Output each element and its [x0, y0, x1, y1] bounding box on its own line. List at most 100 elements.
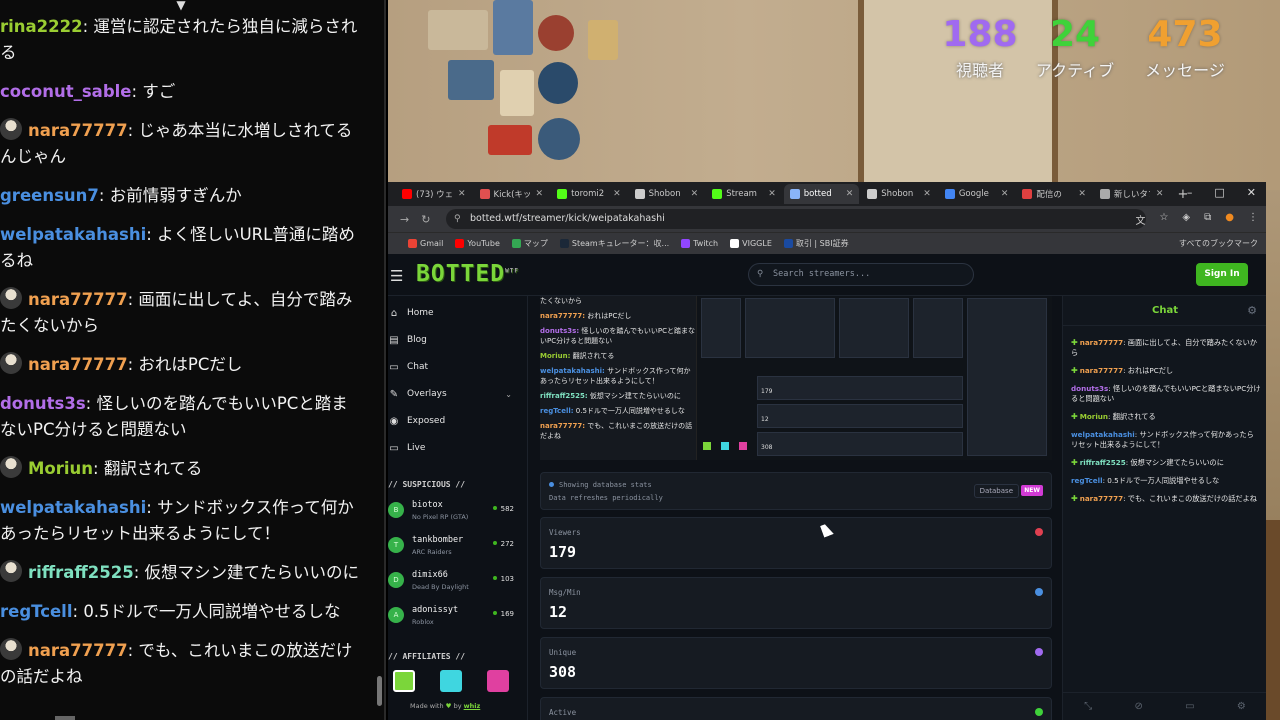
chat-username[interactable]: rina2222	[0, 17, 83, 36]
chat-username[interactable]: Moriun	[28, 459, 93, 478]
site-chat-user[interactable]: Moriun	[1080, 412, 1108, 421]
bookmark-item[interactable]: 取引 | SBI証券	[783, 238, 849, 249]
search-input[interactable]: ⚲ Search streamers...	[748, 263, 974, 286]
suspicious-streamer[interactable]: Aadonissyt Roblox 169	[388, 603, 518, 633]
browser-tab[interactable]: Shobon ✕	[629, 184, 705, 204]
tab-close-icon[interactable]: ✕	[923, 189, 931, 199]
color-swatch[interactable]	[487, 670, 509, 692]
bookmark-item[interactable]: マップ	[511, 238, 548, 249]
bookmark-icon	[408, 239, 417, 248]
suspicious-streamer[interactable]: Ddimix66 Dead By Daylight 103	[388, 568, 518, 598]
chat-text: 仮想マシン建てたらいいのに	[144, 563, 360, 582]
collapse-arrow-icon[interactable]: ▼	[170, 0, 192, 11]
nav-item-blog[interactable]: ▤ Blog	[388, 331, 518, 349]
tab-close-icon[interactable]: ✕	[458, 189, 466, 199]
collapse-icon[interactable]: ⤡	[1084, 701, 1092, 712]
url-field[interactable]: ⚲ botted.wtf/streamer/kick/weipatakahash…	[446, 209, 1146, 229]
chat-username[interactable]: nara77777	[28, 355, 128, 374]
chat-username[interactable]: coconut_sable	[0, 82, 131, 101]
puzzle-icon[interactable]: ⧉	[1204, 212, 1211, 227]
site-chat-user[interactable]: nara77777	[1080, 338, 1123, 347]
tab-close-icon[interactable]: ✕	[768, 189, 776, 199]
nav-item-home[interactable]: ⌂ Home	[388, 304, 518, 322]
tab-close-icon[interactable]: ✕	[613, 189, 621, 199]
bookmark-item[interactable]: VIGGLE	[730, 238, 772, 249]
tab-favicon-icon	[402, 189, 412, 199]
chat-messages: ✚ nara77777: 画面に出してよ、自分で踏みたくないから ✚ nara7777…	[1071, 338, 1261, 512]
bookmark-item[interactable]: Steamキュレーター：収...	[559, 238, 669, 249]
minimize-button[interactable]: –	[1187, 186, 1193, 199]
site-info-icon[interactable]: ⚲	[454, 209, 461, 229]
browser-tab[interactable]: Google ✕	[939, 184, 1015, 204]
browser-tab[interactable]: botted ✕	[783, 184, 860, 204]
nav-item-overlays[interactable]: ✎ Overlays ⌄	[388, 385, 518, 403]
tab-close-icon[interactable]: ✕	[536, 189, 544, 199]
active-stat: 24 アクティブ	[1030, 14, 1120, 81]
settings-icon[interactable]: ⚙	[1237, 701, 1246, 712]
bookmark-item[interactable]: Gmail	[408, 238, 443, 249]
chat-username[interactable]: regTcell	[0, 602, 73, 621]
browser-tab[interactable]: Shobon ✕	[861, 184, 937, 204]
translate-icon[interactable]: 文	[1135, 212, 1145, 227]
author-link[interactable]: whiz	[464, 702, 481, 710]
bookmark-item[interactable]: YouTube	[455, 238, 500, 249]
chat-scrollbar[interactable]	[377, 676, 382, 706]
nav-item-chat[interactable]: ▭ Chat	[388, 358, 518, 376]
close-window-button[interactable]: ✕	[1247, 186, 1256, 199]
tab-close-icon[interactable]: ✕	[1078, 189, 1086, 199]
browser-tab[interactable]: Kick(キッ ✕	[474, 184, 550, 204]
tab-close-icon[interactable]: ✕	[691, 189, 699, 199]
browser-tab[interactable]: 新しいタブ ✕	[1094, 184, 1170, 204]
stream-chat-messages: rina2222: 運営に認定されたら独自に減らされる coconut_sable…	[0, 12, 372, 701]
tab-close-icon[interactable]: ✕	[1156, 189, 1164, 199]
browser-tab[interactable]: toromi2 ✕	[551, 184, 627, 204]
logo-text: BOTTED	[416, 261, 506, 287]
site-chat-user[interactable]: regTcell	[1071, 476, 1103, 485]
chat-username[interactable]: nara77777	[28, 290, 128, 309]
suspicious-streamer[interactable]: Ttankbomber ARC Raiders 272	[388, 533, 518, 563]
all-bookmarks-button[interactable]: すべてのブックマーク	[1179, 238, 1258, 249]
menu-icon[interactable]: ⋮	[1248, 212, 1258, 227]
preview-chat-user: donuts3s:	[540, 327, 580, 335]
site-chat-user[interactable]: riffraff2525	[1080, 458, 1126, 467]
hamburger-menu-icon[interactable]: ☰	[390, 267, 403, 285]
gear-icon[interactable]: ⚙	[1247, 296, 1257, 326]
nav-item-live[interactable]: ▭ Live	[388, 439, 518, 457]
forward-icon[interactable]: →	[400, 213, 409, 226]
chevron-down-icon[interactable]: ⌄	[505, 390, 512, 399]
reload-icon[interactable]: ↻	[421, 213, 430, 226]
browser-tab[interactable]: (73) ウェ ✕	[396, 184, 472, 204]
extension-icon[interactable]: ◈	[1182, 212, 1190, 227]
site-chat-user[interactable]: welpatakahashi	[1071, 430, 1135, 439]
sign-in-button[interactable]: Sign In	[1196, 263, 1248, 286]
database-button[interactable]: Database	[973, 484, 1019, 498]
popout-icon[interactable]: ▭	[1185, 701, 1194, 712]
browser-tab[interactable]: 配信の ✕	[1016, 184, 1092, 204]
chat-username[interactable]: welpatakahashi	[0, 498, 146, 517]
bookmark-item[interactable]: Twitch	[681, 238, 718, 249]
suspicious-streamer[interactable]: Bbiotox No Pixel RP (GTA) 582	[388, 498, 518, 528]
tab-close-icon[interactable]: ✕	[846, 189, 854, 199]
tab-label: Google	[958, 189, 989, 199]
site-chat-user[interactable]: nara77777	[1080, 366, 1123, 375]
chat-username[interactable]: nara77777	[28, 641, 128, 660]
nav-item-exposed[interactable]: ◉ Exposed	[388, 412, 518, 430]
tab-label: Shobon	[881, 189, 914, 199]
chat-username[interactable]: riffraff2525	[28, 563, 134, 582]
color-swatch[interactable]	[440, 670, 462, 692]
color-swatch[interactable]	[393, 670, 415, 692]
botted-logo[interactable]: BOTTEDWTF	[416, 261, 519, 287]
site-chat-user[interactable]: nara77777	[1080, 494, 1123, 503]
address-bar-icons: 文 ☆ ◈ ⧉ ● ⋮	[1135, 212, 1258, 227]
chat-username[interactable]: donuts3s	[0, 394, 86, 413]
site-chat-user[interactable]: donuts3s	[1071, 384, 1108, 393]
browser-tab[interactable]: Stream ✕	[706, 184, 782, 204]
hide-icon[interactable]: ⊘	[1134, 701, 1142, 712]
chat-username[interactable]: welpatakahashi	[0, 225, 146, 244]
chat-username[interactable]: nara77777	[28, 121, 128, 140]
profile-icon[interactable]: ●	[1225, 212, 1234, 227]
tab-close-icon[interactable]: ✕	[1001, 189, 1009, 199]
star-icon[interactable]: ☆	[1159, 212, 1168, 227]
maximize-button[interactable]: □	[1214, 186, 1224, 199]
chat-username[interactable]: greensun7	[0, 186, 99, 205]
